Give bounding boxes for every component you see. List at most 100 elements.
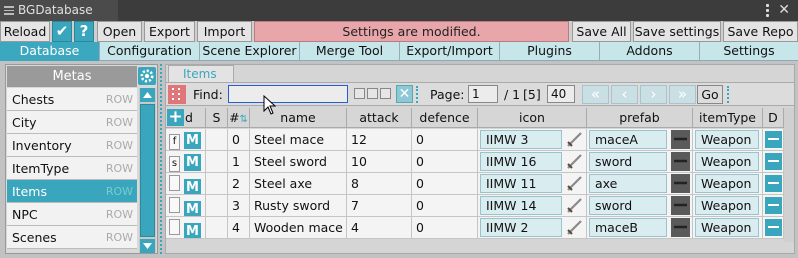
scroll-thumb[interactable]	[140, 104, 155, 237]
find-input[interactable]	[228, 85, 348, 103]
reload-button[interactable]: Reload	[0, 21, 50, 42]
panel-splitter[interactable]	[160, 64, 164, 254]
row-menu-button[interactable]: M	[183, 201, 201, 216]
prefab-field[interactable]: axe	[589, 174, 667, 193]
filter-option-1[interactable]	[354, 88, 365, 99]
page-size-input[interactable]: 40	[547, 85, 575, 103]
column-header-prefab[interactable]: prefab	[587, 108, 693, 128]
meta-item-itemtype[interactable]: ItemType ROW	[7, 157, 137, 180]
content-tab[interactable]: Items	[168, 65, 234, 82]
column-header-icon[interactable]: icon	[478, 108, 587, 128]
go-button[interactable]: Go	[697, 85, 723, 104]
tab-scene-explorer[interactable]: Scene Explorer	[200, 42, 300, 61]
meta-item-chests[interactable]: Chests ROW	[7, 88, 137, 111]
column-header-defence[interactable]: defence	[412, 108, 478, 128]
prefab-field[interactable]: sword	[589, 152, 667, 171]
icon-field[interactable]: IIMW 11	[480, 174, 562, 193]
open-button[interactable]: Open	[97, 21, 142, 42]
column-header-id[interactable]: #⇅	[228, 108, 250, 128]
tab-configuration[interactable]: Configuration	[100, 42, 200, 61]
row-defence[interactable]: 0	[412, 195, 478, 217]
column-header-d[interactable]: + d	[166, 108, 206, 128]
save-repo-button[interactable]: Save Repo	[723, 21, 798, 42]
row-name[interactable]: Rusty sword	[250, 195, 347, 217]
column-header-attack[interactable]: attack	[347, 108, 412, 128]
delete-row-button[interactable]	[765, 153, 782, 170]
delete-row-button[interactable]	[765, 197, 782, 214]
page-input[interactable]: 1	[468, 85, 498, 103]
row-attack[interactable]: 7	[347, 195, 412, 217]
icon-field[interactable]: IIMW 2	[480, 218, 562, 237]
metas-scrollbar[interactable]	[139, 88, 156, 253]
sort-icon[interactable]: ⇅	[240, 114, 248, 125]
row-flag[interactable]	[169, 175, 180, 191]
row-attack[interactable]: 10	[347, 151, 412, 173]
row-attack[interactable]: 8	[347, 173, 412, 195]
clear-find-button[interactable]: ✕	[396, 85, 413, 103]
tab-plugins[interactable]: Plugins	[500, 42, 600, 61]
itemtype-field[interactable]: Weapon	[695, 152, 759, 171]
save-settings-button[interactable]: Save settings	[633, 21, 721, 42]
import-button[interactable]: Import	[197, 21, 252, 42]
tab-export-import[interactable]: Export/Import	[400, 42, 500, 61]
row-flag[interactable]	[169, 197, 180, 213]
row-menu-button[interactable]: M	[183, 132, 201, 149]
row-flag[interactable]	[169, 219, 180, 235]
tab-database[interactable]: Database	[0, 42, 100, 61]
close-icon[interactable]: ✕	[778, 2, 790, 18]
window-tab[interactable]: BGDatabase	[0, 0, 118, 21]
delete-row-button[interactable]	[765, 131, 782, 148]
filter-option-3[interactable]	[380, 88, 391, 99]
itemtype-field[interactable]: Weapon	[695, 130, 759, 149]
itemtype-field[interactable]: Weapon	[695, 218, 759, 237]
row-menu-button[interactable]: M	[183, 179, 201, 194]
export-button[interactable]: Export	[144, 21, 195, 42]
row-name[interactable]: Steel sword	[250, 151, 347, 173]
row-name[interactable]: Steel mace	[250, 129, 347, 151]
icon-field[interactable]: IIMW 14	[480, 196, 562, 215]
icon-field[interactable]: IIMW 3	[480, 130, 562, 149]
itemtype-field[interactable]: Weapon	[695, 174, 759, 193]
meta-item-inventory[interactable]: Inventory ROW	[7, 134, 137, 157]
tab-settings[interactable]: Settings	[700, 42, 798, 61]
row-flag[interactable]: f	[169, 134, 180, 150]
tab-merge-tool[interactable]: Merge Tool	[300, 42, 400, 61]
filter-option-2[interactable]	[367, 88, 378, 99]
scroll-up-icon[interactable]	[140, 88, 155, 102]
delete-row-button[interactable]	[765, 219, 782, 236]
drag-handle-icon[interactable]	[168, 85, 186, 104]
check-button[interactable]: ✔	[52, 21, 72, 42]
row-attack[interactable]: 4	[347, 217, 412, 239]
icon-field[interactable]: IIMW 16	[480, 152, 562, 171]
prefab-field[interactable]: maceA	[589, 130, 667, 149]
help-button[interactable]: ?	[74, 21, 94, 42]
row-defence[interactable]: 0	[412, 129, 478, 151]
add-row-button[interactable]: +	[167, 109, 184, 126]
column-header-s[interactable]: S	[206, 108, 228, 128]
row-attack[interactable]: 12	[347, 129, 412, 151]
meta-item-scenes[interactable]: Scenes ROW	[7, 226, 137, 249]
next-page-button[interactable]: ›	[640, 85, 667, 104]
prefab-field[interactable]: sword	[589, 196, 667, 215]
delete-row-button[interactable]	[765, 175, 782, 192]
row-menu-button[interactable]: M	[183, 223, 201, 238]
scroll-down-icon[interactable]	[140, 239, 155, 253]
menu-dots-icon[interactable]	[766, 4, 770, 17]
row-defence[interactable]: 0	[412, 151, 478, 173]
row-menu-button[interactable]: M	[183, 154, 201, 171]
column-header-delete[interactable]: D	[763, 108, 784, 128]
column-header-itemtype[interactable]: itemType	[693, 108, 763, 128]
last-page-button[interactable]: »	[669, 85, 696, 104]
meta-item-city[interactable]: City ROW	[7, 111, 137, 134]
save-all-button[interactable]: Save All	[572, 21, 631, 42]
prefab-field[interactable]: maceB	[589, 218, 667, 237]
row-name[interactable]: Wooden mace	[250, 217, 347, 239]
meta-item-items[interactable]: Items ROW	[7, 180, 137, 203]
row-name[interactable]: Steel axe	[250, 173, 347, 195]
gear-icon[interactable]	[138, 67, 156, 85]
row-flag[interactable]: s	[169, 156, 180, 172]
meta-item-npc[interactable]: NPC ROW	[7, 203, 137, 226]
table-scrollbar[interactable]	[784, 108, 794, 242]
itemtype-field[interactable]: Weapon	[695, 196, 759, 215]
row-defence[interactable]: 0	[412, 217, 478, 239]
